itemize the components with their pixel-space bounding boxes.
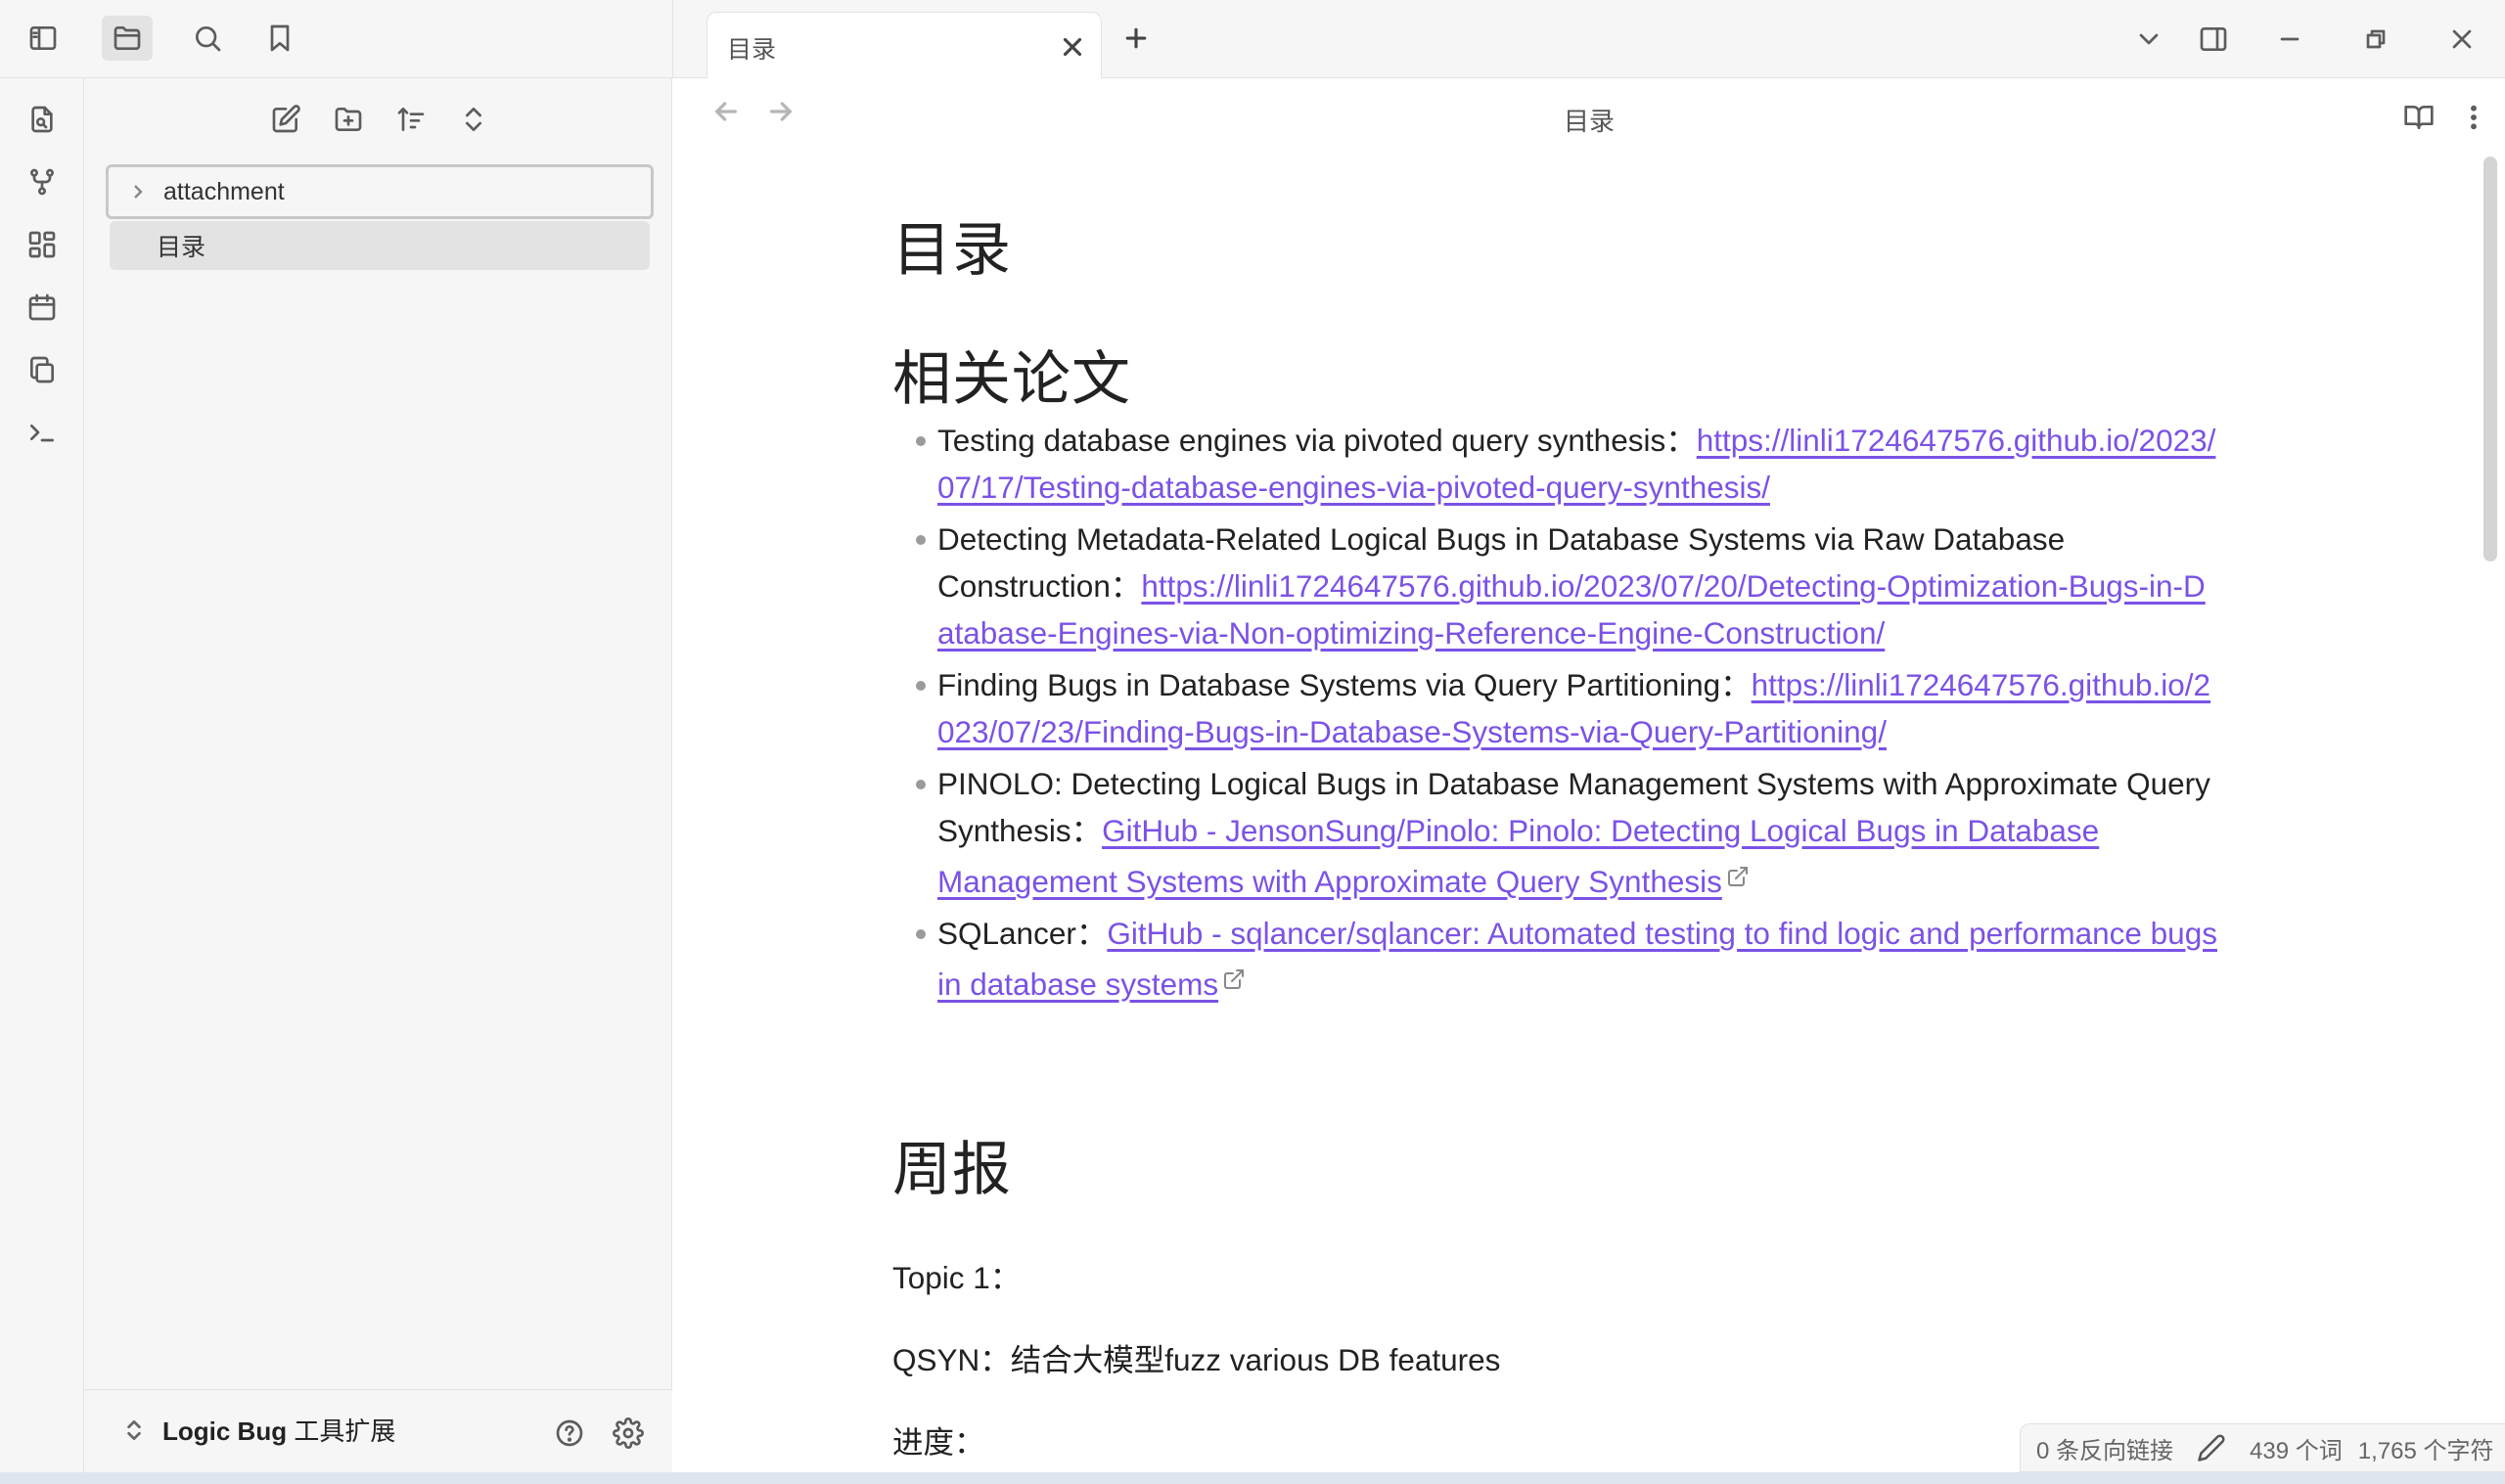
minimize-icon	[2280, 37, 2300, 41]
help-circle-icon	[556, 1419, 583, 1447]
window-bottom-edge	[0, 1472, 2505, 1484]
plus-icon	[1125, 27, 1147, 49]
layout-dashboard-icon	[28, 231, 56, 258]
view-header: 目录	[673, 78, 2505, 153]
paper-link[interactable]: GitHub - JensonSung/Pinolo: Pinolo: Dete…	[937, 813, 2099, 899]
help-button[interactable]	[548, 1412, 591, 1455]
tab-close-button[interactable]	[1058, 32, 1087, 62]
search-button[interactable]	[182, 16, 233, 61]
word-count: 439 个词	[2250, 1437, 2343, 1464]
git-fork-icon	[30, 168, 54, 196]
chevron-down-icon	[2139, 33, 2159, 45]
restore-button[interactable]	[2354, 20, 2397, 59]
vault-name: Logic Bug 工具扩展	[162, 1417, 396, 1446]
paragraph: QSYN：结合大模型fuzz various DB features	[892, 1342, 1501, 1377]
tab-list-button[interactable]	[2127, 20, 2170, 59]
folder-plus-icon	[335, 108, 362, 131]
bookmark-icon	[270, 24, 290, 52]
tab-title: 目录	[727, 36, 777, 64]
ribbon	[0, 78, 84, 1484]
new-tab-button[interactable]	[1121, 23, 1155, 57]
status-bar: 0 条反向链接 439 个词 1,765 个字符	[2020, 1423, 2505, 1472]
more-options-button[interactable]	[2452, 96, 2495, 139]
char-count: 1,765 个字符	[2357, 1437, 2494, 1464]
templates-button[interactable]	[23, 350, 62, 389]
edit-icon	[272, 105, 300, 133]
file-explorer-actions	[264, 98, 495, 141]
chevron-right-icon	[126, 180, 150, 203]
open-quick-switcher-button[interactable]	[23, 100, 62, 139]
list-item: SQLancer：GitHub - sqlancer/sqlancer: Aut…	[892, 910, 2221, 1008]
close-icon	[1063, 37, 1082, 57]
sidebar-right-icon	[2200, 27, 2227, 51]
chevrons-up-down-icon	[127, 1419, 141, 1440]
book-open-icon	[2404, 106, 2434, 129]
backlinks-count[interactable]: 0 条反向链接	[2036, 1431, 2173, 1465]
sidebar-toggle-icon	[29, 26, 57, 50]
file-search-icon	[31, 106, 53, 133]
calendar-icon	[28, 293, 56, 321]
minimize-button[interactable]	[2268, 20, 2311, 59]
tab-active[interactable]: 目录	[706, 12, 1102, 79]
external-link-icon	[1222, 957, 1246, 989]
tree-file-active[interactable]: 目录	[110, 221, 650, 270]
sidebar-toolbar	[0, 0, 673, 78]
more-vertical-icon	[2471, 105, 2477, 130]
heading-papers: 相关论文	[892, 346, 1131, 412]
daily-note-button[interactable]	[23, 288, 62, 327]
settings-button[interactable]	[607, 1412, 650, 1455]
view-header-title[interactable]: 目录	[673, 102, 2505, 138]
pencil-icon[interactable]	[2197, 1433, 2226, 1462]
toggle-right-sidebar-button[interactable]	[2192, 20, 2235, 59]
folder-icon	[114, 26, 141, 50]
chevrons-up-down-icon	[466, 108, 481, 131]
vault-switcher[interactable]: Logic Bug 工具扩展	[121, 1412, 395, 1448]
bookmarks-button[interactable]	[254, 16, 305, 61]
list-item: PINOLO: Detecting Logical Bugs in Databa…	[892, 760, 2221, 905]
sort-button[interactable]	[389, 98, 433, 141]
heading-weekly: 周报	[892, 1137, 1012, 1202]
canvas-button[interactable]	[23, 225, 62, 264]
external-link-icon	[1726, 854, 1750, 886]
collapse-all-button[interactable]	[452, 98, 495, 141]
paragraph: Topic 1：	[892, 1260, 1022, 1295]
toggle-sidebar-button[interactable]	[18, 16, 68, 61]
command-palette-button[interactable]	[23, 413, 62, 452]
search-icon	[196, 26, 221, 52]
tab-bar: 目录	[673, 0, 2505, 79]
new-note-button[interactable]	[264, 98, 307, 141]
sidebar-footer: Logic Bug 工具扩展	[84, 1389, 672, 1484]
list-item: Finding Bugs in Database Systems via Que…	[892, 661, 2221, 755]
scrollbar-thumb[interactable]	[2483, 157, 2497, 562]
terminal-icon	[30, 425, 54, 442]
paper-link[interactable]: GitHub - sqlancer/sqlancer: Automated te…	[937, 916, 2217, 1002]
close-window-button[interactable]	[2440, 20, 2483, 59]
graph-view-button[interactable]	[23, 162, 62, 202]
copy-icon	[30, 356, 54, 383]
note-title: 目录	[892, 217, 1012, 283]
note-content[interactable]: 目录 相关论文 Testing database engines via piv…	[673, 153, 2493, 1484]
new-folder-button[interactable]	[327, 98, 370, 141]
tree-folder-attachment[interactable]: attachment	[106, 164, 654, 219]
file-explorer-pane	[84, 78, 672, 1484]
tree-folder-label: attachment	[163, 177, 285, 205]
close-icon	[2452, 29, 2472, 49]
restore-icon	[2366, 29, 2386, 49]
papers-list: Testing database engines via pivoted que…	[892, 417, 2221, 1008]
note-body: 目录 相关论文 Testing database engines via piv…	[892, 213, 2221, 1465]
list-item: Detecting Metadata-Related Logical Bugs …	[892, 516, 2221, 656]
tree-file-label: 目录	[157, 234, 206, 261]
reading-view-button[interactable]	[2397, 96, 2440, 139]
file-explorer-button[interactable]	[102, 16, 153, 61]
obsidian-window: attachment 目录 Logic Bug 工具扩展 目录 目录 目录 相关…	[0, 0, 2505, 1484]
gear-icon	[613, 1417, 644, 1449]
list-item: Testing database engines via pivoted que…	[892, 417, 2221, 511]
sort-ascending-icon	[397, 108, 425, 131]
